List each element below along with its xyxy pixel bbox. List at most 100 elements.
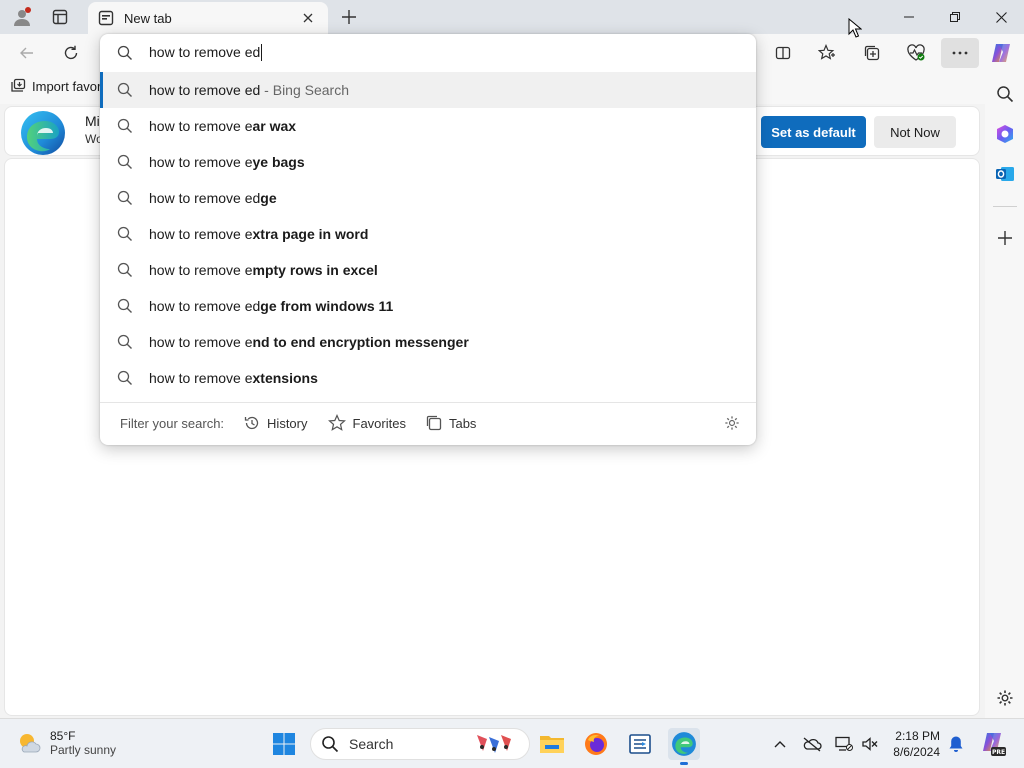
refresh-button[interactable] [56,38,86,68]
search-icon [117,118,132,133]
tabs-icon [426,415,442,431]
search-icon [117,334,132,349]
copilot-button[interactable] [986,38,1016,68]
search-icon [117,370,132,385]
suggestion-item[interactable]: how to remove edge [100,180,756,216]
filter-favorites-button[interactable]: Favorites [327,414,406,432]
filter-history-button[interactable]: History [244,415,308,431]
restore-button[interactable] [932,0,978,34]
taskbar-search[interactable]: Search [310,728,530,760]
address-bar-suggestions: how to remove ed how to remove ed - Bing… [100,34,756,445]
heart-pulse-icon [907,44,925,61]
set-as-default-button[interactable]: Set as default [761,116,866,148]
banner-title: Mi [85,113,100,129]
network-tray-icon[interactable] [832,732,856,756]
sidebar-settings-button[interactable] [989,682,1021,714]
close-tab-icon[interactable] [298,8,318,28]
copilot-taskbar-button[interactable]: PRE [978,729,1008,759]
remote-desktop-icon [629,734,651,754]
tab-new-tab[interactable]: New tab [88,2,328,34]
plus-icon [998,231,1012,245]
address-bar[interactable]: how to remove ed [100,34,756,71]
suggestion-hint: - Bing Search [260,82,350,98]
browser-essentials-button[interactable] [901,38,931,68]
workspaces-icon[interactable] [46,4,74,30]
address-input[interactable]: how to remove ed [149,44,263,61]
split-screen-icon [775,46,791,60]
partly-sunny-icon [20,734,41,753]
dropdown-divider [100,402,756,403]
search-icon [117,190,132,205]
clock-time: 2:18 PM [895,729,940,743]
edge-taskbar-button[interactable] [668,728,700,765]
suggestion-text: how to remove ed - Bing Search [149,82,349,98]
suggestion-text: how to remove ear wax [149,118,296,134]
suggestion-typed: how to remove ed [149,82,261,98]
suggestion-item[interactable]: how to remove edge from windows 11 [100,288,756,324]
suggestion-text: how to remove edge from windows 11 [149,298,393,314]
volume-tray-icon[interactable] [858,732,882,756]
suggestion-completion: ar wax [252,118,297,134]
filter-label: Filter your search: [120,415,225,431]
suggestion-text: how to remove end to end encryption mess… [149,334,469,350]
suggestion-typed: how to remove e [149,262,253,278]
firefox-icon [585,733,607,755]
newtab-page-icon [98,10,114,26]
outlook-icon [996,167,1014,181]
sidebar-copilot-button[interactable] [989,118,1021,150]
filter-tabs-button[interactable]: Tabs [426,415,476,431]
weather-widget[interactable]: 85°F Partly sunny [16,729,116,757]
settings-more-button[interactable] [941,38,979,68]
onedrive-tray-icon[interactable] [800,732,824,756]
taskbar-search-label: Search [349,736,394,752]
sidebar-search-button[interactable] [989,78,1021,110]
not-now-button[interactable]: Not Now [874,116,956,148]
import-favorites-button[interactable]: Import favor [10,78,101,94]
suggestion-item[interactable]: how to remove ear wax [100,108,756,144]
windows-logo-icon [273,733,295,755]
active-app-indicator [680,762,688,765]
suggestion-item[interactable]: how to remove end to end encryption mess… [100,324,756,360]
system-clock[interactable]: 2:18 PM 8/6/2024 [888,728,940,760]
gear-icon [725,416,739,430]
new-tab-button[interactable] [336,4,362,30]
suggestion-typed: how to remove e [149,226,253,242]
search-icon [322,736,339,753]
suggestion-completion: mpty rows in excel [252,262,378,278]
favorites-button[interactable] [812,38,842,68]
search-highlight-icon [477,735,511,753]
collections-button[interactable] [857,38,887,68]
suggestion-text: how to remove extensions [149,370,318,386]
suggestion-item[interactable]: how to remove ed - Bing Search [100,72,756,108]
split-screen-button[interactable] [768,38,798,68]
suggestion-item[interactable]: how to remove extensions [100,360,756,396]
clock-date: 8/6/2024 [893,745,940,759]
suggestion-item[interactable]: how to remove extra page in word [100,216,756,252]
suggestion-text: how to remove eye bags [149,154,305,170]
firefox-button[interactable] [580,728,612,760]
search-icon [117,298,132,313]
suggestion-item[interactable]: how to remove eye bags [100,144,756,180]
search-icon [117,82,132,97]
sidebar-add-button[interactable] [989,222,1021,254]
back-button[interactable] [12,38,42,68]
minimize-button[interactable] [886,0,932,34]
collections-icon [864,45,880,61]
suggestion-item[interactable]: how to remove empty rows in excel [100,252,756,288]
profile-icon[interactable] [8,4,36,30]
chevron-up-icon [774,741,786,748]
suggestion-completion: ge [260,190,277,206]
start-button[interactable] [268,728,300,760]
search-settings-button[interactable] [722,413,742,433]
sidebar-outlook-button[interactable] [989,158,1021,190]
close-window-button[interactable] [978,0,1024,34]
notifications-button[interactable] [944,732,968,756]
windows-taskbar: 85°F Partly sunny Search 2:18 PM 8/6/202… [0,718,1024,768]
file-explorer-button[interactable] [536,728,568,760]
bell-icon [949,736,963,752]
show-hidden-icons-button[interactable] [768,732,792,756]
search-icon [997,86,1014,103]
remote-app-button[interactable] [624,728,656,760]
suggestion-typed: how to remove ed [149,190,261,206]
search-icon [117,45,132,60]
